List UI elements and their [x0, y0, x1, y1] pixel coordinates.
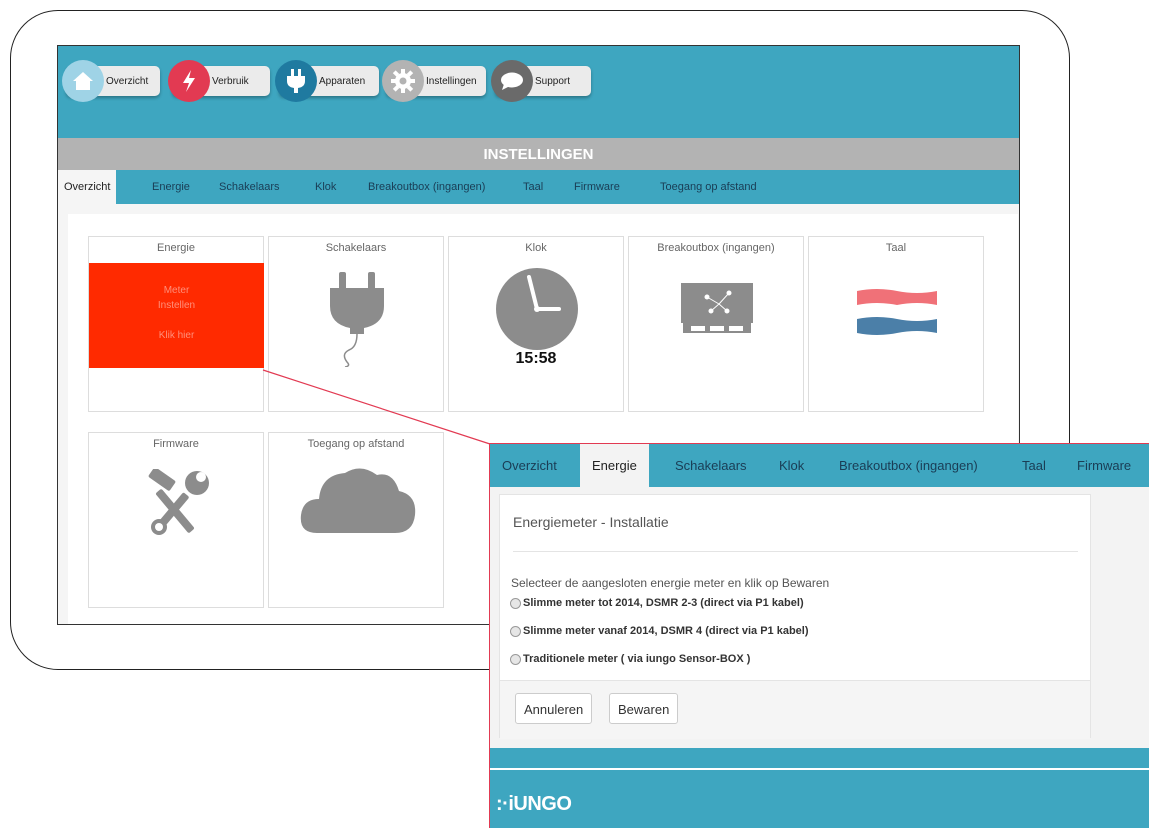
zoom-tab-taal[interactable]: Taal: [1010, 444, 1058, 487]
tile-toegang-op-afstand[interactable]: Toegang op afstand: [268, 432, 444, 608]
zoom-tab-klok[interactable]: Klok: [767, 444, 816, 487]
energie-line-1: Meter: [163, 285, 190, 296]
energie-zoom-panel: Overzicht Energie Schakelaars Klok Break…: [489, 443, 1149, 828]
breakoutbox-icon: [681, 283, 753, 333]
settings-tab-bar: Overzicht Energie Schakelaars Klok Break…: [58, 170, 1019, 204]
form-divider: [513, 551, 1078, 552]
tab-overzicht[interactable]: Overzicht: [58, 170, 117, 204]
nav-support-label: Support: [535, 75, 571, 87]
nav-overzicht-label: Overzicht: [106, 75, 149, 87]
gear-icon: [382, 60, 424, 102]
energiemeter-installatie-form: Energiemeter - Installatie Selecteer de …: [499, 494, 1091, 739]
nav-verbruik-label: Verbruik: [212, 75, 249, 87]
form-footer: Annuleren Bewaren: [500, 680, 1090, 739]
zoom-tab-breakoutbox[interactable]: Breakoutbox (ingangen): [827, 444, 990, 487]
tile-breakoutbox-title: Breakoutbox (ingangen): [657, 242, 775, 254]
lightning-icon: [168, 60, 210, 102]
tile-taal-title: Taal: [885, 242, 907, 254]
tile-energie-title: Energie: [157, 242, 195, 254]
nav-instellingen-button[interactable]: Instellingen: [382, 60, 486, 102]
nav-instellingen-label: Instellingen: [426, 75, 477, 87]
tile-klok[interactable]: Klok 15:58: [448, 236, 624, 412]
zoom-tab-overzicht[interactable]: Overzicht: [490, 444, 569, 487]
cancel-button[interactable]: Annuleren: [515, 693, 593, 724]
energie-click-here[interactable]: Klik hier: [89, 328, 264, 343]
radio-dsmr-4[interactable]: [510, 625, 521, 637]
chat-bubble-icon: [491, 60, 533, 102]
tile-schakelaars-title: Schakelaars: [325, 242, 387, 254]
zoom-tab-schakelaars[interactable]: Schakelaars: [663, 444, 759, 487]
tile-taal[interactable]: Taal: [808, 236, 984, 412]
plug-icon: [330, 272, 384, 367]
tile-klok-title: Klok: [525, 242, 547, 254]
cloud-icon: [300, 468, 416, 533]
dutch-flag-icon: [857, 289, 937, 335]
tile-energie[interactable]: Energie Meter Instellen Klik hier: [88, 236, 264, 412]
nav-apparaten-button[interactable]: Apparaten: [275, 60, 379, 102]
tile-schakelaars[interactable]: Schakelaars: [268, 236, 444, 412]
form-instruction: Selecteer de aangesloten energie meter e…: [511, 576, 830, 590]
tab-taal[interactable]: Taal: [517, 170, 549, 204]
tab-firmware[interactable]: Firmware: [568, 170, 626, 204]
zoom-tab-bar: Overzicht Energie Schakelaars Klok Break…: [490, 444, 1149, 487]
zoom-tab-firmware[interactable]: Firmware: [1065, 444, 1143, 487]
zoom-tab-energie[interactable]: Energie: [580, 444, 649, 487]
tab-klok[interactable]: Klok: [309, 170, 342, 204]
tile-toegang-title: Toegang op afstand: [307, 438, 405, 450]
form-heading: Energiemeter - Installatie: [513, 514, 669, 530]
meter-option-label: Slimme meter tot 2014, DSMR 2-3 (direct …: [523, 597, 804, 609]
nav-support-button[interactable]: Support: [491, 60, 591, 102]
energie-meter-setup-link[interactable]: Meter Instellen Klik hier: [89, 263, 264, 368]
nav-overzicht-button[interactable]: Overzicht: [62, 60, 160, 102]
save-button[interactable]: Bewaren: [609, 693, 679, 724]
meter-option-label: Traditionele meter ( via iungo Sensor-BO…: [523, 653, 751, 665]
tools-icon: [148, 469, 209, 535]
footer-divider: [490, 768, 1149, 770]
tile-firmware[interactable]: Firmware: [88, 432, 264, 608]
nav-verbruik-button[interactable]: Verbruik: [168, 60, 270, 102]
home-icon: [62, 60, 104, 102]
meter-option-traditioneel[interactable]: Traditionele meter ( via iungo Sensor-BO…: [510, 653, 750, 665]
meter-option-dsmr-2-3[interactable]: Slimme meter tot 2014, DSMR 2-3 (direct …: [510, 597, 804, 609]
energie-line-2: Instellen: [157, 300, 196, 311]
top-navigation-bar: Overzicht Verbruik Apparaten Instellinge…: [58, 46, 1019, 138]
meter-option-dsmr-4[interactable]: Slimme meter vanaf 2014, DSMR 4 (direct …: [510, 625, 809, 637]
tile-firmware-title: Firmware: [153, 438, 199, 450]
radio-dsmr-2-3[interactable]: [510, 597, 521, 609]
radio-traditioneel[interactable]: [510, 653, 521, 665]
meter-option-label: Slimme meter vanaf 2014, DSMR 4 (direct …: [523, 625, 809, 637]
clock-time: 15:58: [515, 350, 557, 367]
tab-energie[interactable]: Energie: [146, 170, 196, 204]
plug-icon: [275, 60, 317, 102]
clock-icon: [496, 268, 578, 350]
tab-toegang-op-afstand[interactable]: Toegang op afstand: [654, 170, 763, 204]
tile-breakoutbox[interactable]: Breakoutbox (ingangen): [628, 236, 804, 412]
footer-bar: :·iUNGO: [490, 748, 1149, 828]
tab-schakelaars[interactable]: Schakelaars: [213, 170, 286, 204]
tab-breakoutbox[interactable]: Breakoutbox (ingangen): [362, 170, 491, 204]
iungo-logo: :·iUNGO: [496, 793, 572, 815]
page-title: INSTELLINGEN: [58, 138, 1019, 170]
nav-apparaten-label: Apparaten: [319, 75, 366, 87]
